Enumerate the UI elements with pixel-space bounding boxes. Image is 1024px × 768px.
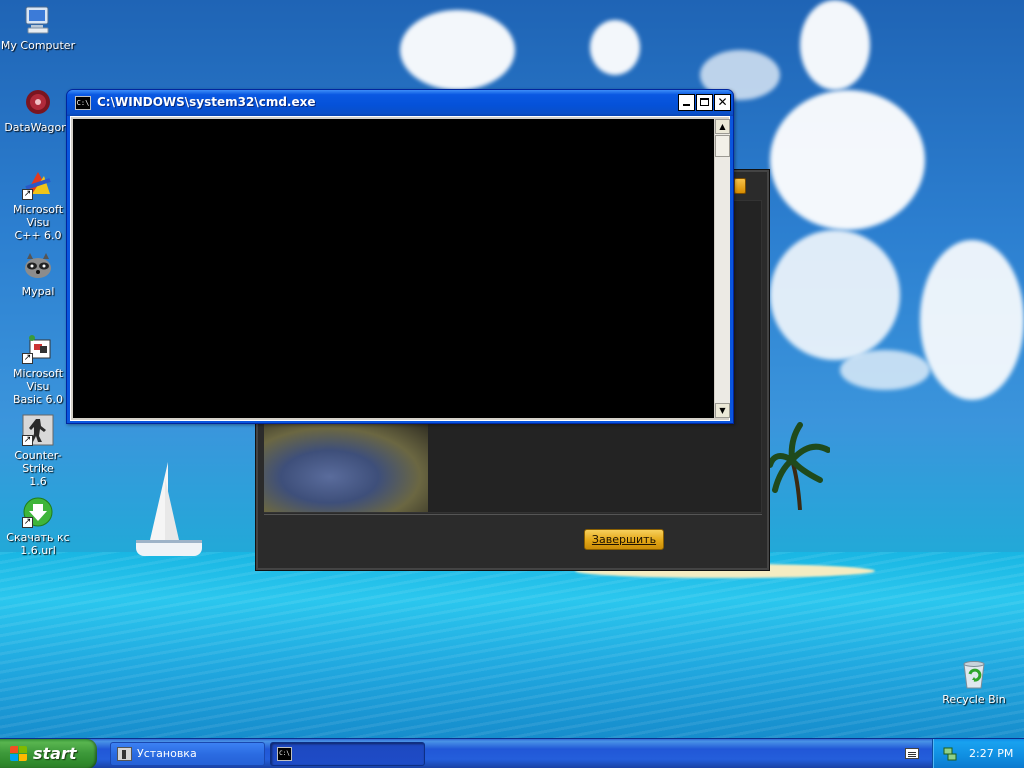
download-arrow-icon: ↗ — [22, 496, 54, 528]
cloud — [800, 0, 870, 90]
keyboard-icon[interactable] — [905, 748, 919, 759]
installer-image — [264, 424, 428, 512]
scroll-up-button[interactable]: ▲ — [715, 119, 730, 134]
sea — [0, 552, 1024, 740]
shortcut-arrow-icon: ↗ — [22, 189, 33, 200]
desktop-icon-label-line2: Basic 6.0 — [12, 393, 64, 406]
close-button[interactable]: ✕ — [714, 94, 731, 111]
sailboat-hull — [136, 540, 202, 556]
desktop-icon-counter-strike[interactable]: ↗ Counter-Strike 1.6 — [0, 414, 76, 488]
cmd-titlebar[interactable]: C:\ C:\WINDOWS\system32\cmd.exe ✕ — [67, 90, 733, 116]
taskbar: start Установка C:\ 2:27 PM — [0, 738, 1024, 768]
desktop-icon-label-line1: Counter-Strike — [14, 449, 62, 475]
desktop-icon-visual-cpp[interactable]: ↗ Microsoft Visu C++ 6.0 — [0, 168, 76, 242]
maximize-button[interactable] — [696, 94, 713, 111]
installer-close-button[interactable] — [734, 178, 746, 194]
palm-tree — [770, 422, 830, 510]
desktop-icon-label: DataWagon. — [4, 121, 72, 134]
system-tray: 2:27 PM — [932, 739, 1024, 768]
cloud — [770, 230, 900, 360]
network-icon[interactable] — [943, 747, 957, 761]
start-label: start — [33, 744, 77, 763]
mypal-raccoon-icon — [22, 250, 54, 282]
clock[interactable]: 2:27 PM — [969, 747, 1013, 760]
start-button[interactable]: start — [0, 739, 97, 768]
recycle-bin-icon — [958, 658, 990, 690]
desktop-icon-label-line1: Microsoft Visu — [12, 367, 64, 393]
desktop-icon-label-line2: 1.6.url — [20, 544, 56, 557]
visual-basic-icon: ↗ — [22, 332, 54, 364]
cmd-console-output[interactable] — [73, 119, 714, 418]
taskbar-button-label: Установка — [137, 747, 197, 760]
desktop-icon-label: Recycle Bin — [942, 693, 1006, 706]
shortcut-arrow-icon: ↗ — [22, 517, 33, 528]
cmd-client-area: ▲ ▼ — [70, 116, 730, 421]
cloud — [840, 350, 930, 390]
windows-logo-icon — [10, 746, 28, 762]
shortcut-arrow-icon: ↗ — [22, 353, 33, 364]
sailboat-sail — [165, 478, 179, 540]
my-computer-icon — [22, 4, 54, 36]
desktop-icon-datawagon[interactable]: DataWagon. — [0, 86, 76, 134]
counter-strike-icon: ↗ — [22, 414, 54, 446]
finish-button[interactable]: Завершить — [584, 529, 664, 550]
datawagon-icon — [22, 86, 54, 118]
maximize-icon — [700, 98, 709, 106]
cmd-app-icon[interactable]: C:\ — [75, 96, 91, 110]
vertical-scrollbar[interactable]: ▲ ▼ — [715, 119, 730, 418]
minimize-button[interactable] — [678, 94, 695, 111]
desktop-icon-label-line1: Microsoft Visu — [12, 203, 64, 229]
cloud — [920, 240, 1024, 400]
taskbar-button-installer[interactable]: Установка — [110, 742, 265, 766]
visual-cpp-icon: ↗ — [22, 168, 54, 200]
cloud — [590, 20, 640, 75]
desktop-icon-label-line2: C++ 6.0 — [14, 229, 62, 242]
desktop-icon-recycle-bin[interactable]: Recycle Bin — [936, 658, 1012, 706]
desktop-icon-label-line2: 1.6 — [29, 475, 47, 488]
shortcut-arrow-icon: ↗ — [22, 435, 33, 446]
desktop-icon-download-cs[interactable]: ↗ Скачать кс 1.6.url — [0, 496, 76, 557]
desktop-icon-label-line1: Скачать кс — [6, 531, 70, 544]
cmd-window-title: C:\WINDOWS\system32\cmd.exe — [97, 95, 316, 109]
cmd-window[interactable]: C:\ C:\WINDOWS\system32\cmd.exe ✕ ▲ ▼ — [66, 89, 734, 424]
scrollbar-thumb[interactable] — [715, 135, 730, 157]
close-icon: ✕ — [717, 95, 728, 109]
cloud — [400, 10, 515, 90]
cloud — [770, 90, 925, 230]
installer-divider — [264, 514, 762, 515]
taskbar-button-cmd[interactable]: C:\ — [270, 742, 425, 766]
desktop-icon-my-computer[interactable]: My Computer — [0, 4, 76, 52]
desktop-icon-mypal[interactable]: Mypal — [0, 250, 76, 298]
desktop-icon-label: My Computer — [0, 39, 76, 52]
scroll-down-button[interactable]: ▼ — [715, 403, 730, 418]
counter-strike-icon — [117, 747, 132, 761]
minimize-icon — [683, 104, 690, 106]
cmd-icon: C:\ — [277, 747, 292, 761]
desktop-icon-label: Mypal — [21, 285, 55, 298]
desktop-icon-visual-basic[interactable]: ↗ Microsoft Visu Basic 6.0 — [0, 332, 76, 406]
